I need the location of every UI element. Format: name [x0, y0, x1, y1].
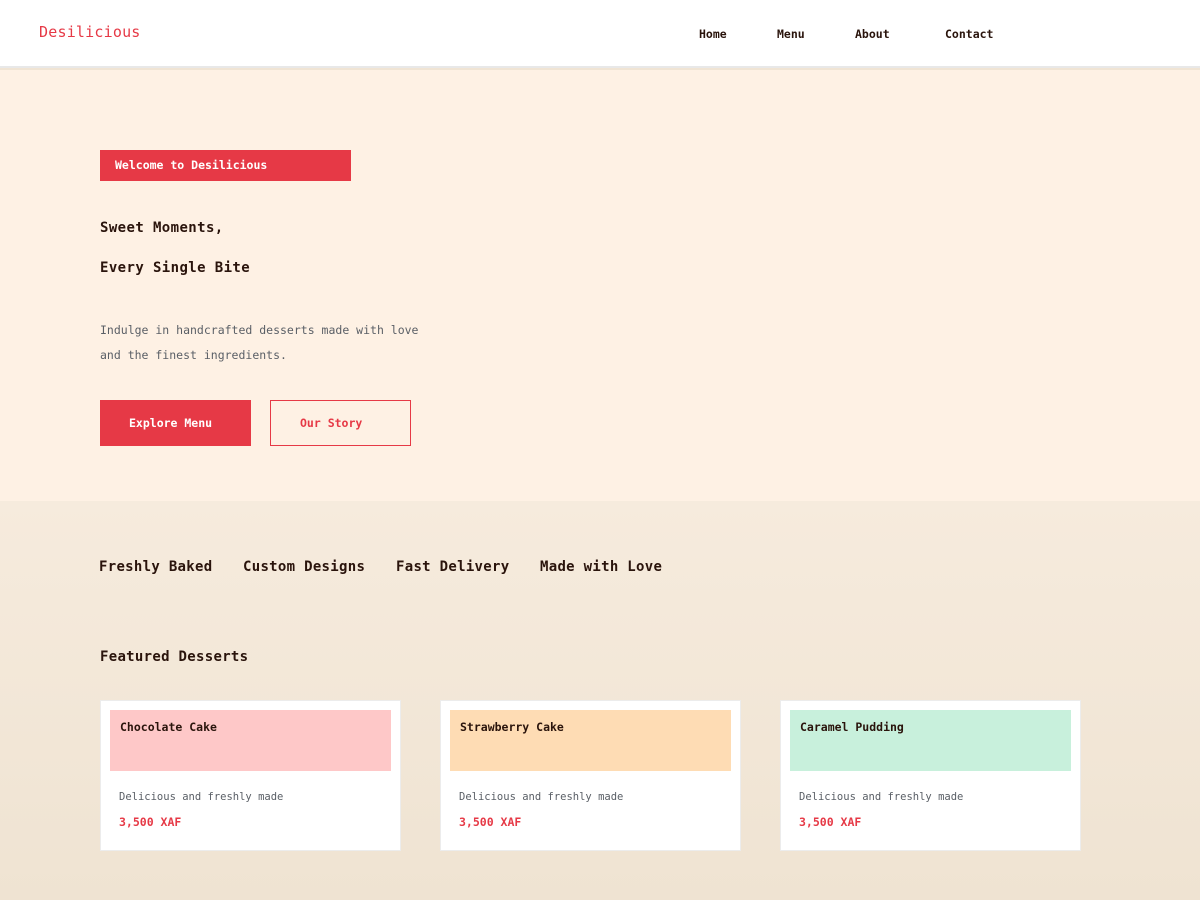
feature-custom-designs: Custom Designs — [243, 559, 366, 575]
hero-title-line-1: Sweet Moments, — [100, 220, 224, 236]
nav-link-menu[interactable]: Menu — [777, 27, 805, 41]
product-description: Delicious and freshly made — [459, 791, 624, 803]
feature-freshly-baked: Freshly Baked — [99, 559, 213, 575]
product-price: 3,500 XAF — [799, 815, 862, 829]
product-price: 3,500 XAF — [119, 815, 182, 829]
welcome-badge: Welcome to Desilicious — [100, 150, 351, 181]
product-name: Caramel Pudding — [800, 720, 904, 734]
product-name: Strawberry Cake — [460, 720, 564, 734]
product-image-placeholder: Caramel Pudding — [790, 710, 1071, 771]
product-name: Chocolate Cake — [120, 720, 217, 734]
site-logo[interactable]: Desilicious — [39, 23, 141, 41]
hero-title-line-2: Every Single Bite — [100, 260, 251, 276]
explore-menu-button[interactable]: Explore Menu — [100, 400, 251, 446]
product-image-placeholder: Strawberry Cake — [450, 710, 731, 771]
nav-link-about[interactable]: About — [855, 27, 890, 41]
feature-made-with-love: Made with Love — [540, 559, 663, 575]
product-description: Delicious and freshly made — [119, 791, 284, 803]
feature-fast-delivery: Fast Delivery — [396, 559, 510, 575]
nav-link-contact[interactable]: Contact — [945, 27, 993, 41]
product-card[interactable]: Chocolate Cake Delicious and freshly mad… — [100, 700, 401, 851]
content-section: Freshly Baked Custom Designs Fast Delive… — [0, 501, 1200, 900]
hero-section: Welcome to Desilicious Sweet Moments, Ev… — [0, 70, 1200, 501]
product-image-placeholder: Chocolate Cake — [110, 710, 391, 771]
product-card[interactable]: Caramel Pudding Delicious and freshly ma… — [780, 700, 1081, 851]
product-price: 3,500 XAF — [459, 815, 522, 829]
product-card[interactable]: Strawberry Cake Delicious and freshly ma… — [440, 700, 741, 851]
featured-desserts-heading: Featured Desserts — [100, 649, 249, 665]
nav-link-home[interactable]: Home — [699, 27, 727, 41]
product-description: Delicious and freshly made — [799, 791, 964, 803]
hero-description: Indulge in handcrafted desserts made wit… — [100, 323, 419, 362]
site-header: Desilicious Home Menu About Contact — [0, 0, 1200, 68]
our-story-button[interactable]: Our Story — [270, 400, 411, 446]
